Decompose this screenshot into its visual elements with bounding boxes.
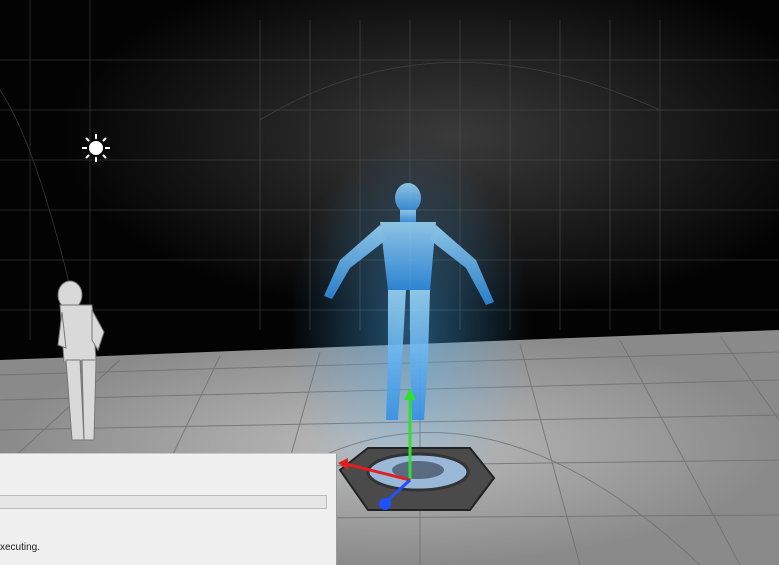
hologram-platform[interactable]	[338, 447, 496, 511]
directional-light-icon[interactable]	[82, 134, 110, 162]
progress-dialog: xecuting.	[0, 453, 337, 565]
status-text: xecuting.	[0, 542, 41, 553]
progress-bar	[0, 495, 327, 509]
